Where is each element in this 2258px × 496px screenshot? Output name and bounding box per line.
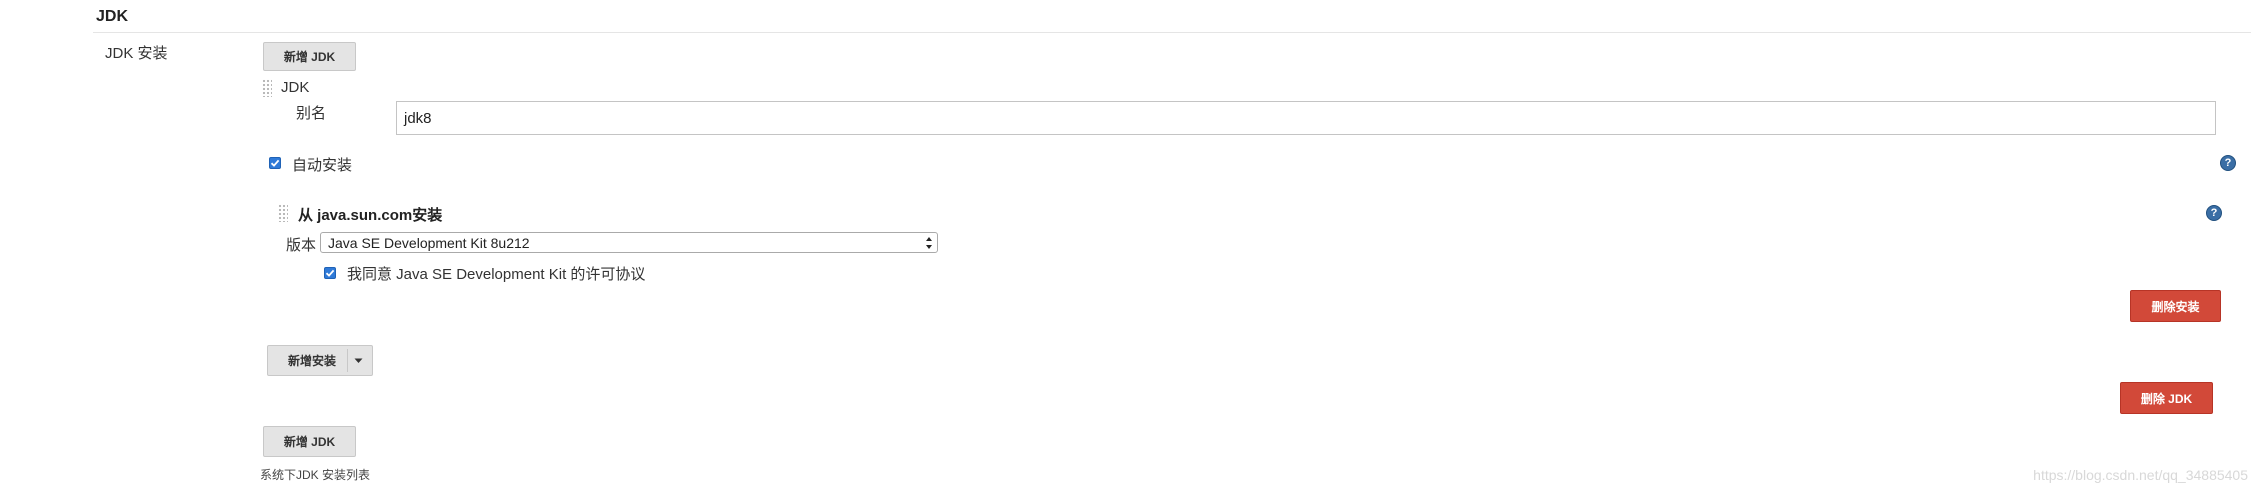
jdk-install-description: 系统下JDK 安装列表 <box>260 468 371 482</box>
help-icon-auto-install[interactable]: ? <box>2220 155 2236 171</box>
drag-handle-icon[interactable] <box>262 79 272 97</box>
checkmark-icon <box>270 159 280 167</box>
watermark: https://blog.csdn.net/qq_34885405 <box>2033 467 2248 483</box>
auto-install-checkbox[interactable] <box>269 157 281 169</box>
add-installer-button[interactable]: 新增安装 <box>267 345 373 376</box>
auto-install-label: 自动安装 <box>292 157 353 174</box>
installer-header: 从 java.sun.com安装 <box>298 207 443 224</box>
license-agree-checkbox[interactable] <box>324 267 336 279</box>
version-select-value: Java SE Development Kit 8u212 <box>328 234 530 251</box>
license-agree-label: 我同意 Java SE Development Kit 的许可协议 <box>347 266 646 283</box>
installer-drag-handle-icon[interactable] <box>278 204 288 222</box>
alias-input[interactable]: jdk8 <box>396 101 2216 135</box>
add-jdk-button-top[interactable]: 新增 JDK <box>263 42 356 71</box>
add-installer-label: 新增安装 <box>288 354 337 368</box>
alias-label: 别名 <box>296 105 327 122</box>
jdk-install-label: JDK 安装 <box>105 45 168 62</box>
select-arrows-icon <box>926 237 932 249</box>
help-icon-installer[interactable]: ? <box>2206 205 2222 221</box>
checkmark-icon <box>325 269 335 277</box>
section-divider <box>93 32 2251 33</box>
split-divider <box>347 349 348 372</box>
delete-jdk-button[interactable]: 删除 JDK <box>2120 382 2213 414</box>
version-label: 版本 <box>286 237 317 254</box>
jdk-entry-header: JDK <box>281 79 310 96</box>
chevron-down-icon[interactable] <box>354 358 363 364</box>
add-jdk-button-bottom[interactable]: 新增 JDK <box>263 426 356 457</box>
version-select[interactable]: Java SE Development Kit 8u212 <box>320 232 938 253</box>
delete-installer-button[interactable]: 删除安装 <box>2130 290 2221 322</box>
section-title: JDK <box>96 8 129 25</box>
